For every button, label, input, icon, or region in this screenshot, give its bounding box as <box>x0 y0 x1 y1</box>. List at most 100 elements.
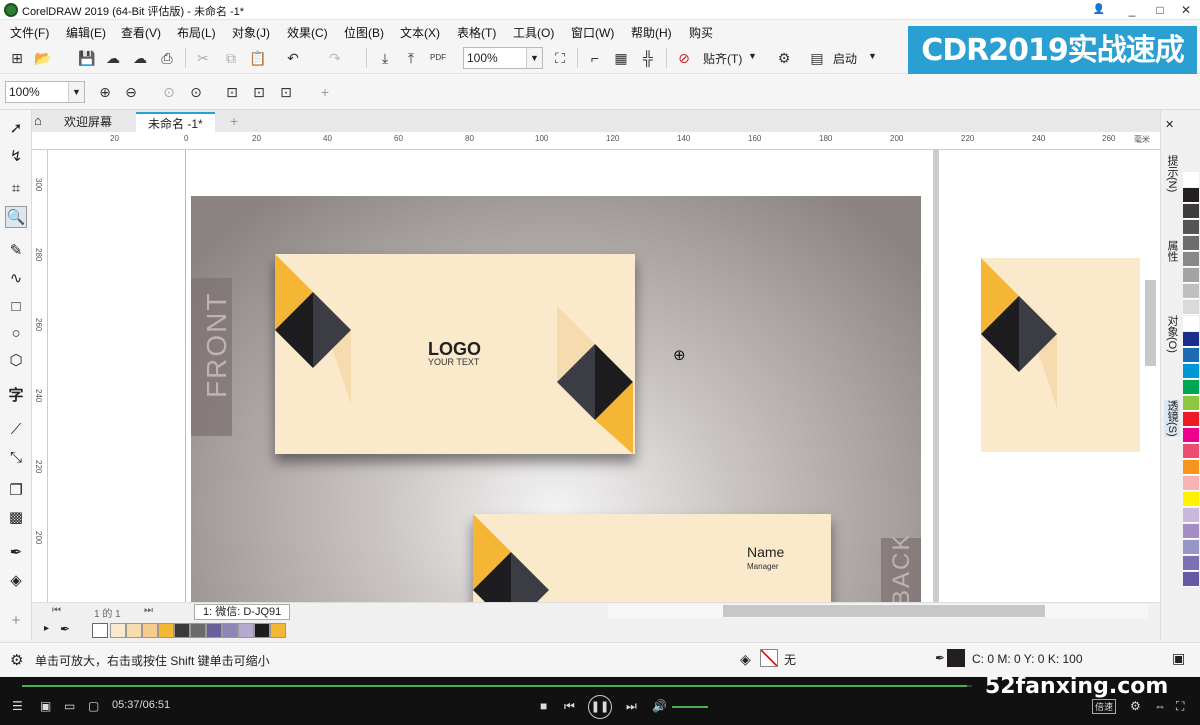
drop-shadow-icon[interactable]: ❐ <box>5 480 27 502</box>
menu-bitmap[interactable]: 位图(B) <box>344 24 384 41</box>
menu-tools[interactable]: 工具(O) <box>513 24 554 41</box>
menu-table[interactable]: 表格(T) <box>457 24 496 41</box>
minimize-button[interactable]: _ <box>1118 0 1146 20</box>
menu-file[interactable]: 文件(F) <box>10 24 49 41</box>
transparency-tool-icon[interactable]: ▩ <box>5 507 27 529</box>
palette-swatch[interactable] <box>1183 540 1199 555</box>
artistic-media-icon[interactable]: ∿ <box>5 268 27 290</box>
palette-swatch[interactable] <box>1183 220 1199 235</box>
business-card-back[interactable]: Name Manager <box>473 514 831 602</box>
options-gear-icon[interactable]: ⚙ <box>773 48 795 68</box>
gear-icon[interactable]: ⚙ <box>10 651 23 669</box>
docker-tab-hints[interactable]: 提示(N) <box>1164 155 1180 192</box>
document-palette-swatch[interactable] <box>110 623 126 638</box>
menu-text[interactable]: 文本(X) <box>400 24 440 41</box>
full-screen-icon[interactable]: ⛶ <box>549 48 571 68</box>
palette-swatch[interactable] <box>1183 492 1199 507</box>
palette-swatch[interactable] <box>1183 556 1199 571</box>
zoom-in-icon[interactable]: ⊕ <box>94 82 116 102</box>
expand-icon[interactable]: ⇔ <box>1154 699 1166 713</box>
palette-swatch[interactable] <box>1183 348 1199 363</box>
menu-buy[interactable]: 购买 <box>689 24 713 41</box>
window-icon[interactable]: ▭ <box>64 699 75 713</box>
zoom-height-icon[interactable]: ⊡ <box>275 82 297 102</box>
launch-app-icon[interactable]: ▤ <box>806 48 828 68</box>
palette-swatch[interactable] <box>1183 300 1199 315</box>
menu-window[interactable]: 窗口(W) <box>571 24 614 41</box>
document-palette-swatch[interactable] <box>174 623 190 638</box>
new-document-icon[interactable]: ⊞ <box>6 48 28 68</box>
zoom-width-icon[interactable]: ⊡ <box>248 82 270 102</box>
right-card-preview[interactable] <box>981 258 1140 452</box>
list-icon[interactable]: ☰ <box>12 699 23 713</box>
palette-swatch[interactable] <box>1183 268 1199 283</box>
zoom-combo[interactable]: 100% ▼ <box>463 47 543 69</box>
chat-icon[interactable]: ▢ <box>88 699 99 713</box>
document-palette-swatch[interactable] <box>206 623 222 638</box>
freehand-tool-icon[interactable]: ✎ <box>5 240 27 262</box>
copy-icon[interactable]: ⧉ <box>220 48 242 68</box>
stop-icon[interactable]: ■ <box>540 699 547 713</box>
palette-swatch[interactable] <box>1183 572 1199 587</box>
zoom-selected-icon[interactable]: ⊙ <box>158 82 180 102</box>
panel-toggle-icon[interactable]: ▣ <box>1172 650 1185 667</box>
no-color-swatch[interactable] <box>92 623 108 638</box>
snap-off-icon[interactable]: ⊘ <box>673 48 695 68</box>
chevron-down-icon[interactable]: ▼ <box>748 51 757 61</box>
cut-icon[interactable]: ✂ <box>192 48 214 68</box>
add-tool-icon[interactable]: + <box>5 610 27 632</box>
menu-help[interactable]: 帮助(H) <box>631 24 672 41</box>
palette-swatch[interactable] <box>1183 428 1199 443</box>
palette-swatch[interactable] <box>1183 460 1199 475</box>
close-docker-icon[interactable]: ✕ <box>1165 118 1174 131</box>
document-palette-swatch[interactable] <box>190 623 206 638</box>
page-tab[interactable]: 1: 微信: D-JQ91 <box>194 604 291 620</box>
palette-swatch[interactable] <box>1183 172 1199 187</box>
docker-tab-objects[interactable]: 对象(O) <box>1164 315 1180 353</box>
zoom-page-icon[interactable]: ⊡ <box>221 82 243 102</box>
document-palette-swatch[interactable] <box>222 623 238 638</box>
snap-to-dropdown[interactable]: 贴齐(T) <box>703 50 742 67</box>
settings-icon[interactable]: ⚙ <box>1130 699 1141 713</box>
palette-swatch[interactable] <box>1183 364 1199 379</box>
interactive-fill-icon[interactable]: ◈ <box>5 570 27 592</box>
palette-swatch[interactable] <box>1183 284 1199 299</box>
document-palette-swatch[interactable] <box>158 623 174 638</box>
drawing-canvas[interactable]: FRONT LOGO YOUR TEXT Name Manager BACK ⊕ <box>48 150 1160 602</box>
undo-icon[interactable]: ↶ <box>282 48 304 68</box>
menu-layout[interactable]: 布局(L) <box>177 24 216 41</box>
chevron-down-icon[interactable]: ▼ <box>68 82 84 102</box>
palette-swatch[interactable] <box>1183 524 1199 539</box>
tab-welcome[interactable]: 欢迎屏幕 <box>52 112 124 132</box>
parallel-dimension-icon[interactable]: ⟋ <box>5 419 27 441</box>
palette-swatch[interactable] <box>1183 396 1199 411</box>
mockup-background[interactable]: FRONT LOGO YOUR TEXT Name Manager BACK ⊕ <box>191 196 921 602</box>
tab-untitled[interactable]: 未命名 -1* <box>136 112 215 132</box>
add-tab-icon[interactable]: + <box>230 113 238 129</box>
pdf-icon[interactable]: PDF <box>427 48 449 68</box>
launch-dropdown[interactable]: 启动 <box>833 50 857 67</box>
palette-menu-icon[interactable]: ▸ <box>44 623 49 634</box>
import-icon[interactable]: ⤓ <box>374 48 396 68</box>
zoom-tool-icon[interactable]: 🔍 <box>5 206 27 228</box>
home-icon[interactable]: ⌂ <box>34 113 42 128</box>
zoom-level-combo[interactable]: 100% ▼ <box>5 81 85 103</box>
fullscreen-icon[interactable]: ⛶ <box>1176 699 1184 714</box>
palette-swatch[interactable] <box>1183 332 1199 347</box>
menu-effects[interactable]: 效果(C) <box>287 24 328 41</box>
palette-swatch[interactable] <box>1183 476 1199 491</box>
chevron-down-icon[interactable]: ▼ <box>868 51 877 61</box>
redo-icon[interactable]: ↷ <box>324 48 346 68</box>
horizontal-scrollbar-thumb[interactable] <box>723 605 1045 617</box>
next-icon[interactable]: ⏭ <box>626 699 637 714</box>
guidelines-icon[interactable]: ╬ <box>637 48 659 68</box>
save-icon[interactable]: 💾 <box>76 48 98 68</box>
rectangle-tool-icon[interactable]: □ <box>5 296 27 318</box>
document-palette-swatch[interactable] <box>270 623 286 638</box>
crop-tool-icon[interactable]: ⌗ <box>5 178 27 200</box>
add-icon[interactable]: + <box>314 82 336 102</box>
docker-tab-lens[interactable]: 透镜(S) <box>1164 400 1180 437</box>
zoom-out-icon[interactable]: ⊖ <box>120 82 142 102</box>
document-palette-swatch[interactable] <box>142 623 158 638</box>
zoom-all-objects-icon[interactable]: ⊙ <box>185 82 207 102</box>
